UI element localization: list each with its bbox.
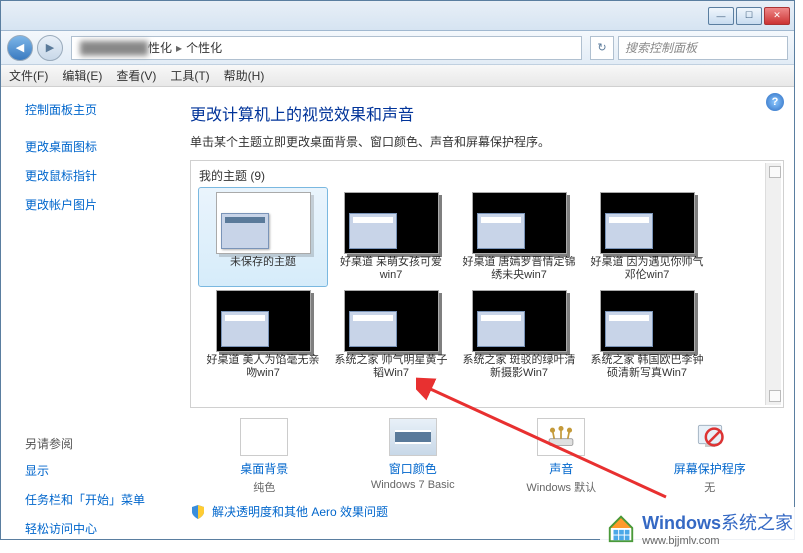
- sound-control[interactable]: 声音 Windows 默认: [496, 418, 626, 495]
- sidebar-item-account-pic[interactable]: 更改帐户图片: [25, 196, 176, 213]
- desktop-background-control[interactable]: 桌面背景 纯色: [199, 418, 329, 495]
- screensaver-icon: [686, 418, 734, 456]
- breadcrumb-hidden: ████████: [80, 41, 148, 55]
- troubleshoot-aero-link[interactable]: 解决透明度和其他 Aero 效果问题: [212, 503, 388, 520]
- address-bar: ◀ ▶ ████████ 性化 ▸ 个性化 ↻ 搜索控制面板: [1, 31, 794, 65]
- themes-group: 我的主题 (9) 未保存的主题好桌道 呆萌女孩可爱win7好桌道 唐嫣罗晋情定锦…: [190, 160, 784, 408]
- breadcrumb-seg1: 性化: [148, 39, 172, 56]
- theme-item[interactable]: 未保存的主题: [199, 188, 327, 286]
- screensaver-label: 屏幕保护程序: [645, 460, 775, 477]
- menu-view[interactable]: 查看(V): [116, 67, 156, 84]
- help-icon[interactable]: ?: [766, 93, 784, 111]
- page-subtitle: 单击某个主题立即更改桌面背景、窗口颜色、声音和屏幕保护程序。: [190, 133, 784, 150]
- desktop-background-label: 桌面背景: [199, 460, 329, 477]
- personalization-controls: 桌面背景 纯色 窗口颜色 Windows 7 Basic 声音 Windows …: [190, 418, 784, 495]
- scrollbar[interactable]: [765, 163, 781, 405]
- sound-icon: [537, 418, 585, 456]
- theme-item[interactable]: 好桌道 唐嫣罗晋情定锦绣未央win7: [455, 188, 583, 286]
- theme-name: 好桌道 美人为馅毫无亲吻win7: [201, 354, 325, 380]
- screensaver-control[interactable]: 屏幕保护程序 无: [645, 418, 775, 495]
- house-icon: [606, 513, 636, 543]
- theme-name: 系统之家 斑驳的绿叶清新摄影Win7: [457, 354, 581, 380]
- window-color-label: 窗口颜色: [348, 460, 478, 477]
- window-color-control[interactable]: 窗口颜色 Windows 7 Basic: [348, 418, 478, 495]
- theme-thumb: [472, 290, 567, 352]
- seealso-heading: 另请参阅: [25, 435, 176, 452]
- sidebar-item-icons[interactable]: 更改桌面图标: [25, 138, 176, 155]
- theme-item[interactable]: 系统之家 帅气明星黄子韬Win7: [327, 286, 455, 384]
- shield-icon: [190, 504, 206, 520]
- sound-label: 声音: [496, 460, 626, 477]
- theme-item[interactable]: 好桌道 呆萌女孩可爱win7: [327, 188, 455, 286]
- seealso-taskbar[interactable]: 任务栏和「开始」菜单: [25, 491, 176, 508]
- theme-name: 系统之家 韩国欧巴李钟硕清新写真Win7: [585, 354, 709, 380]
- theme-thumb: [344, 192, 439, 254]
- breadcrumb[interactable]: ████████ 性化 ▸ 个性化: [71, 36, 582, 60]
- seealso-display[interactable]: 显示: [25, 462, 176, 479]
- watermark-sub: 系统之家: [721, 513, 793, 533]
- theme-item[interactable]: 系统之家 斑驳的绿叶清新摄影Win7: [455, 286, 583, 384]
- titlebar: — ☐ ✕: [1, 1, 794, 31]
- theme-name: 系统之家 帅气明星黄子韬Win7: [329, 354, 453, 380]
- theme-name: 好桌道 唐嫣罗晋情定锦绣未央win7: [457, 256, 581, 282]
- desktop-background-sub: 纯色: [199, 479, 329, 495]
- close-button[interactable]: ✕: [764, 7, 790, 25]
- theme-thumb: [216, 192, 311, 254]
- minimize-button[interactable]: —: [708, 7, 734, 25]
- theme-thumb: [472, 192, 567, 254]
- main-panel: ? 更改计算机上的视觉效果和声音 单击某个主题立即更改桌面背景、窗口颜色、声音和…: [176, 87, 794, 539]
- menu-tools[interactable]: 工具(T): [170, 67, 209, 84]
- content-area: 控制面板主页 更改桌面图标 更改鼠标指针 更改帐户图片 另请参阅 显示 任务栏和…: [1, 87, 794, 539]
- theme-thumb: [600, 192, 695, 254]
- menu-help[interactable]: 帮助(H): [224, 67, 265, 84]
- group-label: 我的主题 (9): [199, 167, 775, 184]
- theme-thumb: [344, 290, 439, 352]
- theme-item[interactable]: 系统之家 韩国欧巴李钟硕清新写真Win7: [583, 286, 711, 384]
- desktop-background-icon: [240, 418, 288, 456]
- sidebar-home[interactable]: 控制面板主页: [25, 101, 176, 118]
- breadcrumb-seg2: 个性化: [186, 39, 222, 56]
- theme-name: 好桌道 因为遇见你帅气邓伦win7: [585, 256, 709, 282]
- control-panel-window: — ☐ ✕ ◀ ▶ ████████ 性化 ▸ 个性化 ↻ 搜索控制面板 文件(…: [0, 0, 795, 540]
- search-input[interactable]: 搜索控制面板: [618, 36, 788, 60]
- sidebar: 控制面板主页 更改桌面图标 更改鼠标指针 更改帐户图片 另请参阅 显示 任务栏和…: [1, 87, 176, 539]
- search-placeholder: 搜索控制面板: [625, 39, 697, 56]
- theme-grid: 未保存的主题好桌道 呆萌女孩可爱win7好桌道 唐嫣罗晋情定锦绣未央win7好桌…: [199, 188, 775, 384]
- back-button[interactable]: ◀: [7, 35, 33, 61]
- sound-sub: Windows 默认: [496, 479, 626, 495]
- theme-name: 未保存的主题: [201, 256, 325, 282]
- watermark: Windows系统之家 www.bjjmlv.com: [600, 507, 799, 549]
- theme-item[interactable]: 好桌道 因为遇见你帅气邓伦win7: [583, 188, 711, 286]
- refresh-button[interactable]: ↻: [590, 36, 614, 60]
- theme-thumb: [600, 290, 695, 352]
- watermark-brand: Windows: [642, 513, 721, 533]
- menu-edit[interactable]: 编辑(E): [62, 67, 102, 84]
- menubar: 文件(F) 编辑(E) 查看(V) 工具(T) 帮助(H): [1, 65, 794, 87]
- window-color-icon: [389, 418, 437, 456]
- screensaver-sub: 无: [645, 479, 775, 495]
- page-title: 更改计算机上的视觉效果和声音: [190, 101, 784, 125]
- menu-file[interactable]: 文件(F): [9, 67, 48, 84]
- maximize-button[interactable]: ☐: [736, 7, 762, 25]
- forward-button[interactable]: ▶: [37, 35, 63, 61]
- window-color-sub: Windows 7 Basic: [348, 479, 478, 491]
- sidebar-item-cursor[interactable]: 更改鼠标指针: [25, 167, 176, 184]
- seealso-ease[interactable]: 轻松访问中心: [25, 520, 176, 537]
- theme-thumb: [216, 290, 311, 352]
- theme-name: 好桌道 呆萌女孩可爱win7: [329, 256, 453, 282]
- watermark-url: www.bjjmlv.com: [642, 535, 793, 547]
- theme-item[interactable]: 好桌道 美人为馅毫无亲吻win7: [199, 286, 327, 384]
